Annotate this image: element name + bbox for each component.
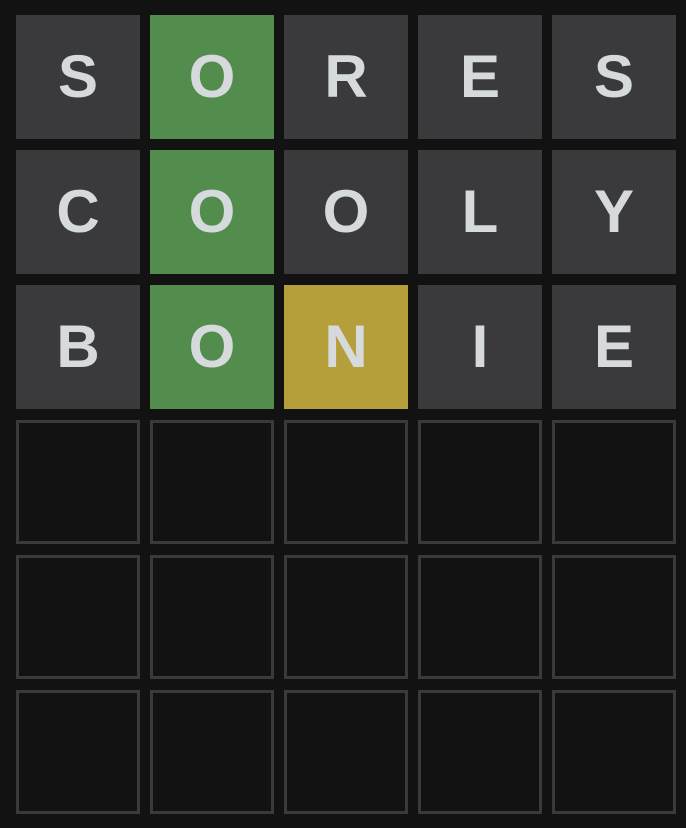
tile-r5-c1	[16, 555, 140, 679]
tile-letter: O	[322, 178, 370, 245]
tile-letter: I	[471, 313, 489, 380]
tile-letter: N	[324, 313, 368, 380]
tile-r1-c3: R	[284, 15, 408, 139]
tile-letter: O	[188, 313, 236, 380]
tile-r5-c5	[552, 555, 676, 679]
tile-letter: C	[56, 178, 100, 245]
tile-r6-c4	[418, 690, 542, 814]
tile-r3-c2: O	[150, 285, 274, 409]
tile-letter: B	[56, 313, 100, 380]
tile-r4-c2	[150, 420, 274, 544]
tile-letter: R	[324, 43, 368, 110]
tile-r2-c3: O	[284, 150, 408, 274]
tile-letter: Y	[593, 178, 635, 245]
tile-letter: O	[188, 178, 236, 245]
tile-r1-c1: S	[16, 15, 140, 139]
tile-r3-c5: E	[552, 285, 676, 409]
tile-r2-c1: C	[16, 150, 140, 274]
tile-r6-c2	[150, 690, 274, 814]
tile-r4-c3	[284, 420, 408, 544]
tile-r4-c4	[418, 420, 542, 544]
tile-letter: L	[461, 178, 499, 245]
tile-r1-c5: S	[552, 15, 676, 139]
tile-letter: S	[593, 43, 635, 110]
tile-r5-c3	[284, 555, 408, 679]
tile-r1-c4: E	[418, 15, 542, 139]
tile-r3-c3: N	[284, 285, 408, 409]
tile-r2-c2: O	[150, 150, 274, 274]
tile-r6-c5	[552, 690, 676, 814]
tile-r3-c4: I	[418, 285, 542, 409]
tile-letter: O	[188, 43, 236, 110]
tile-r6-c1	[16, 690, 140, 814]
tile-r4-c1	[16, 420, 140, 544]
tile-letter: E	[459, 43, 501, 110]
tile-letter: E	[593, 313, 635, 380]
tile-r2-c4: L	[418, 150, 542, 274]
tile-r1-c2: O	[150, 15, 274, 139]
tile-r3-c1: B	[16, 285, 140, 409]
tile-r5-c2	[150, 555, 274, 679]
tile-r2-c5: Y	[552, 150, 676, 274]
game-board: S O R E S C O O L Y B O N I E	[16, 15, 676, 814]
tile-r4-c5	[552, 420, 676, 544]
tile-letter: S	[57, 43, 99, 110]
tile-r5-c4	[418, 555, 542, 679]
tile-r6-c3	[284, 690, 408, 814]
